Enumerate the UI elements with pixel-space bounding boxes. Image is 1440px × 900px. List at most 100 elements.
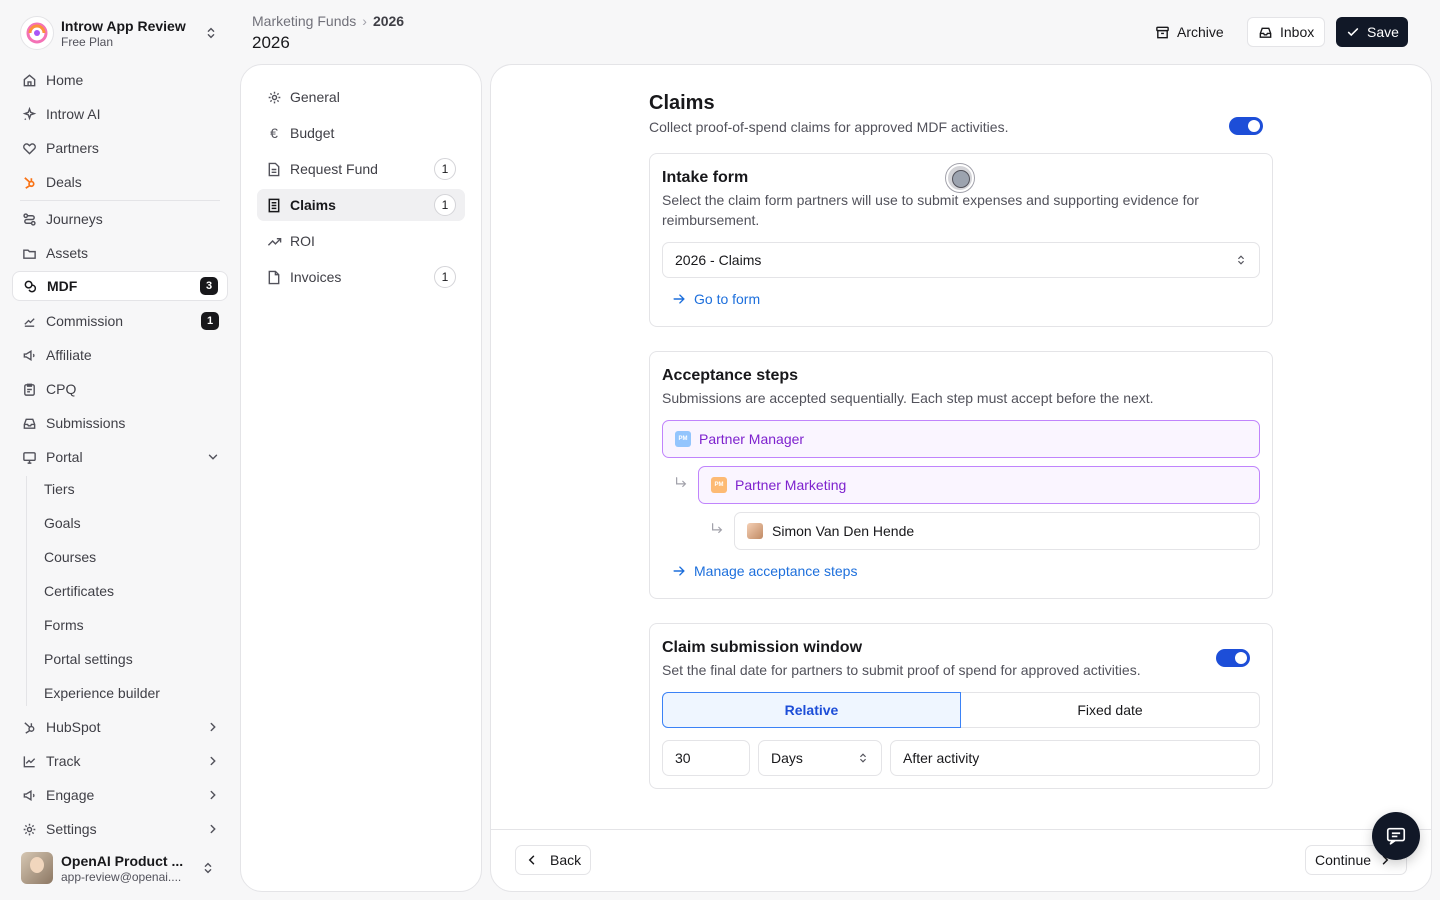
- count-badge: 1: [201, 312, 219, 330]
- submenu-guide-line: [26, 476, 27, 706]
- file-icon: [266, 270, 282, 285]
- chart-line-icon: [21, 753, 37, 769]
- sidebar-subitem-goals[interactable]: Goals: [32, 508, 222, 538]
- clipboard-icon: [21, 381, 37, 397]
- window-reference-field[interactable]: After activity: [890, 740, 1260, 776]
- sidebar-item-home[interactable]: Home: [12, 65, 228, 95]
- section-request-fund[interactable]: Request Fund 1: [257, 153, 465, 185]
- go-to-form-label: Go to form: [694, 291, 761, 307]
- handshake-icon: [21, 140, 37, 156]
- mode-relative-button[interactable]: Relative: [662, 692, 961, 728]
- save-button[interactable]: Save: [1336, 17, 1408, 47]
- breadcrumb-current: 2026: [372, 13, 405, 29]
- sidebar-item-mdf[interactable]: MDF 3: [12, 271, 228, 301]
- chat-launcher-button[interactable]: [1372, 812, 1420, 860]
- arrow-right-icon: [672, 292, 694, 306]
- save-label: Save: [1367, 24, 1399, 40]
- archive-button[interactable]: Archive: [1145, 17, 1234, 47]
- submission-window-toggle[interactable]: [1216, 649, 1250, 667]
- user-avatar-icon: [747, 523, 763, 539]
- section-claims[interactable]: Claims 1: [257, 189, 465, 221]
- section-label: General: [290, 89, 340, 105]
- sidebar-item-label: Deals: [46, 174, 82, 190]
- submission-window-description: Set the final date for partners to submi…: [662, 662, 1141, 678]
- megaphone-icon: [21, 347, 37, 363]
- sidebar-item-submissions[interactable]: Submissions: [12, 408, 228, 438]
- page-title: 2026: [252, 33, 290, 52]
- pm-tag-icon: PM: [711, 477, 727, 493]
- euro-icon: €: [270, 125, 278, 141]
- submission-window-card: Claim submission window Set the final da…: [649, 623, 1273, 789]
- section-budget[interactable]: € Budget: [257, 117, 465, 149]
- money-icon: [21, 313, 37, 329]
- home-icon: [21, 72, 37, 88]
- inbox-button[interactable]: Inbox: [1247, 17, 1326, 47]
- chevron-right-icon: [206, 720, 220, 734]
- sidebar-item-journeys[interactable]: Journeys: [12, 204, 228, 234]
- sidebar-subitem-certificates[interactable]: Certificates: [32, 576, 222, 606]
- sidebar-subitem-courses[interactable]: Courses: [32, 542, 222, 572]
- monitor-icon: [21, 449, 37, 465]
- sidebar-item-label: Commission: [46, 313, 124, 329]
- sidebar-subitem-experience-builder[interactable]: Experience builder: [32, 678, 222, 708]
- chevron-left-icon: [526, 854, 538, 866]
- sidebar-item-deals[interactable]: Deals: [12, 167, 228, 197]
- count-badge: 1: [434, 266, 456, 288]
- chevron-updown-icon: [857, 751, 869, 765]
- sidebar-item-cpq[interactable]: CPQ: [12, 374, 228, 404]
- acceptance-step-partner-manager[interactable]: PM Partner Manager: [662, 420, 1260, 458]
- window-amount-input[interactable]: 30: [662, 740, 750, 776]
- sidebar-item-hubspot[interactable]: HubSpot: [12, 712, 228, 742]
- hubspot-icon: [21, 719, 37, 735]
- sidebar-item-label: Journeys: [46, 211, 103, 227]
- chevron-updown-icon: [204, 26, 218, 40]
- archive-icon: [1155, 25, 1177, 40]
- workspace-switcher[interactable]: Introw App Review Free Plan: [12, 8, 228, 58]
- sidebar-item-introw-ai[interactable]: Introw AI: [12, 99, 228, 129]
- breadcrumb-parent[interactable]: Marketing Funds: [252, 13, 356, 29]
- sidebar-subitem-portal-settings[interactable]: Portal settings: [32, 644, 222, 674]
- sidebar-item-settings[interactable]: Settings: [12, 814, 228, 844]
- corner-arrow-icon: [710, 522, 724, 536]
- sidebar-item-track[interactable]: Track: [12, 746, 228, 776]
- claim-form-select[interactable]: 2026 - Claims: [662, 242, 1260, 278]
- acceptance-steps-card: Acceptance steps Submissions are accepte…: [649, 351, 1273, 599]
- sidebar-item-label: Partners: [46, 140, 99, 156]
- sidebar-item-portal[interactable]: Portal: [12, 442, 228, 472]
- window-unit-select[interactable]: Days: [758, 740, 882, 776]
- step-label: Simon Van Den Hende: [772, 523, 915, 539]
- sidebar-item-commission[interactable]: Commission 1: [12, 306, 228, 336]
- section-invoices[interactable]: Invoices 1: [257, 261, 465, 293]
- route-icon: [21, 211, 37, 227]
- avatar: [21, 852, 53, 884]
- intake-form-description: Select the claim form partners will use …: [662, 192, 1199, 228]
- sidebar-item-assets[interactable]: Assets: [12, 238, 228, 268]
- step-label: Partner Manager: [699, 431, 805, 447]
- go-to-form-link[interactable]: Go to form: [672, 291, 760, 307]
- user-menu[interactable]: OpenAI Product ... app-review@openai....: [12, 846, 228, 890]
- back-button[interactable]: Back: [515, 845, 591, 875]
- section-label: Budget: [290, 125, 335, 141]
- mode-fixed-date-button[interactable]: Fixed date: [961, 692, 1260, 728]
- megaphone-icon: [21, 787, 37, 803]
- arrow-right-icon: [672, 564, 694, 578]
- window-mode-segmented-control: Relative Fixed date: [662, 692, 1260, 728]
- manage-acceptance-steps-link[interactable]: Manage acceptance steps: [672, 563, 857, 579]
- claims-enabled-toggle[interactable]: [1229, 117, 1263, 135]
- chevron-right-icon: [206, 754, 220, 768]
- sidebar-item-engage[interactable]: Engage: [12, 780, 228, 810]
- sidebar-item-label: Affiliate: [46, 347, 92, 363]
- sidebar-item-label: HubSpot: [46, 719, 101, 735]
- section-nav-panel: General € Budget Request Fund 1 Claims 1…: [240, 64, 482, 892]
- sidebar-item-affiliate[interactable]: Affiliate: [12, 340, 228, 370]
- sidebar-item-partners[interactable]: Partners: [12, 133, 228, 163]
- document-icon: [266, 162, 282, 177]
- section-general[interactable]: General: [257, 81, 465, 113]
- acceptance-step-user[interactable]: Simon Van Den Hende: [734, 512, 1260, 550]
- sidebar-item-label: MDF: [47, 278, 78, 294]
- claim-form-select-value: 2026 - Claims: [675, 252, 762, 268]
- section-roi[interactable]: ROI: [257, 225, 465, 257]
- acceptance-step-partner-marketing[interactable]: PM Partner Marketing: [698, 466, 1260, 504]
- sidebar-subitem-tiers[interactable]: Tiers: [32, 474, 222, 504]
- sidebar-subitem-forms[interactable]: Forms: [32, 610, 222, 640]
